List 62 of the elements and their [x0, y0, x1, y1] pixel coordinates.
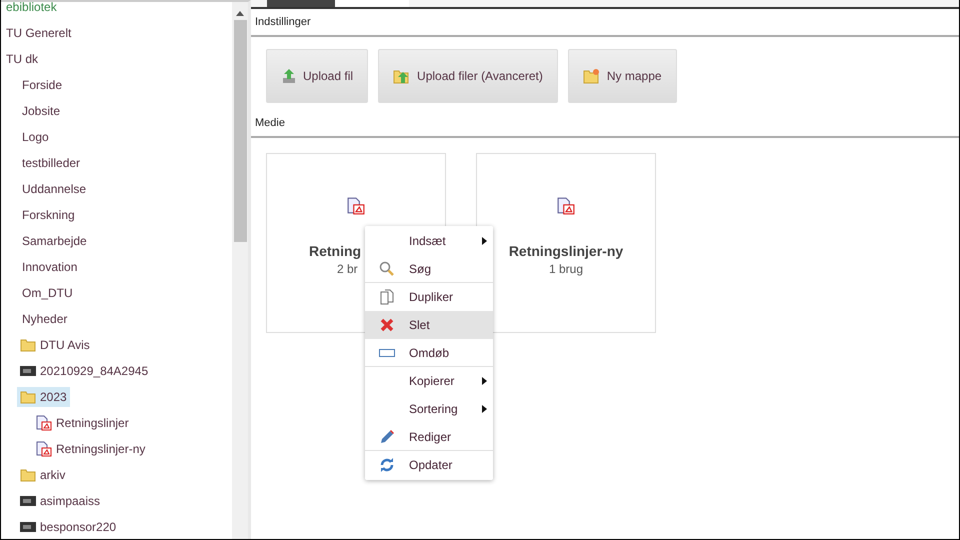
- tree-item[interactable]: Retningslinjer: [33, 412, 132, 434]
- menu-item[interactable]: Opdater: [365, 451, 493, 479]
- tree-item[interactable]: Logo: [19, 127, 52, 147]
- toolbar-button[interactable]: Upload fil: [266, 49, 368, 103]
- thumbnail-icon: [20, 366, 36, 376]
- tree-item[interactable]: Forskning: [19, 205, 78, 225]
- tree-item[interactable]: testbilleder: [19, 153, 84, 173]
- tree-item[interactable]: Retningslinjer-ny: [33, 438, 148, 460]
- tree-item[interactable]: Nyheder: [19, 309, 70, 329]
- tree-item[interactable]: arkiv: [17, 465, 68, 485]
- menu-item[interactable]: Omdøb: [365, 339, 493, 367]
- refresh-icon: [379, 457, 395, 473]
- folder-icon: [20, 390, 36, 404]
- section-heading: Indstillinger: [251, 9, 959, 37]
- menu-item[interactable]: Sortering: [365, 395, 493, 423]
- tree-item[interactable]: ebibliotek: [3, 0, 60, 17]
- tree-item[interactable]: TU Generelt: [3, 23, 74, 43]
- menu-item[interactable]: Indsæt: [365, 227, 493, 255]
- tree-item[interactable]: Om_DTU: [19, 283, 76, 303]
- tree-item[interactable]: Samarbejde: [19, 231, 90, 251]
- menu-item[interactable]: Søg: [365, 255, 493, 283]
- tree-item[interactable]: Forside: [19, 75, 66, 95]
- tree-item[interactable]: DTU Avis: [17, 335, 93, 355]
- tree-item[interactable]: 20210929_84A2945: [17, 361, 152, 381]
- pdf-file-icon: [36, 441, 52, 457]
- tree-item[interactable]: 2023: [17, 387, 70, 407]
- tree-item[interactable]: TU dk: [3, 49, 42, 69]
- scroll-up-icon[interactable]: [236, 10, 244, 16]
- tree-item[interactable]: besponsor220: [17, 517, 120, 537]
- pencil-icon: [379, 428, 395, 444]
- scrollbar[interactable]: [232, 2, 248, 539]
- menu-item[interactable]: Slet: [365, 311, 493, 339]
- thumbnail-icon: [20, 522, 36, 532]
- menu-item[interactable]: Dupliker: [365, 283, 493, 311]
- folder-icon: [20, 338, 36, 352]
- section-heading: Medie: [251, 110, 959, 138]
- media-title: Retningslinjer-ny: [508, 243, 624, 259]
- tree-item[interactable]: Innovation: [19, 257, 80, 277]
- copy-icon: [379, 289, 395, 305]
- new-folder-icon: [582, 68, 601, 84]
- media-title: Retning: [309, 243, 362, 259]
- tree-item[interactable]: asimpaaiss: [17, 491, 104, 511]
- pdf-file-icon: [347, 197, 365, 215]
- menu-item[interactable]: Kopierer: [365, 367, 493, 395]
- rename-icon: [379, 348, 395, 356]
- usage-count: 2 br: [337, 262, 358, 276]
- tree-item[interactable]: Jobsite: [19, 101, 64, 121]
- folder-upload-icon: [393, 68, 412, 84]
- usage-count: 1 brug: [548, 262, 584, 276]
- tab[interactable]: [267, 0, 335, 7]
- folder-icon: [20, 468, 36, 482]
- menu-item[interactable]: Rediger: [365, 423, 493, 451]
- upload-icon: [281, 68, 297, 84]
- pdf-file-icon: [557, 197, 575, 215]
- pdf-file-icon: [36, 415, 52, 431]
- search-icon: [379, 260, 395, 276]
- tab[interactable]: [335, 0, 409, 7]
- toolbar-button[interactable]: Upload filer (Avanceret): [378, 49, 558, 103]
- thumbnail-icon: [20, 496, 36, 506]
- toolbar-button[interactable]: Ny mappe: [568, 49, 677, 103]
- delete-icon: [380, 318, 394, 332]
- tree-item[interactable]: Uddannelse: [19, 179, 90, 199]
